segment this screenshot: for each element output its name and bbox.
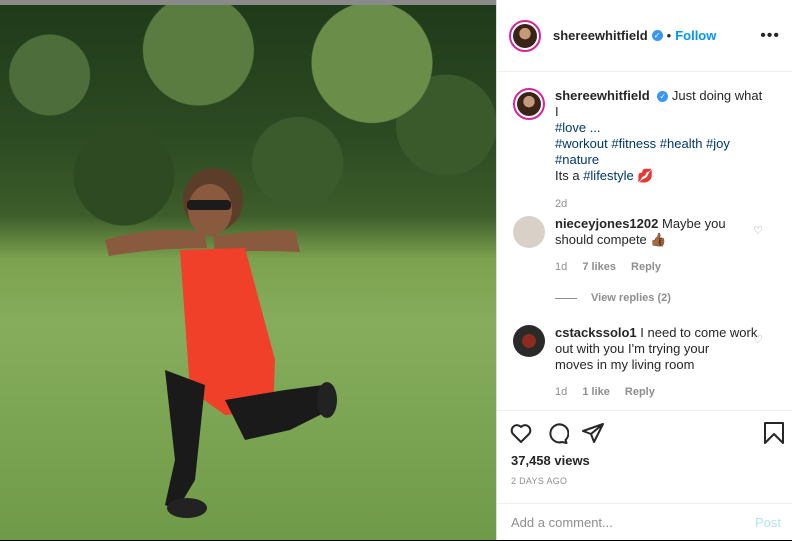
view-replies-line <box>555 297 577 299</box>
post-comment-button[interactable]: Post <box>755 515 781 530</box>
video-person-figure <box>105 168 337 518</box>
comment-body-line3: moves in my living room <box>555 357 695 372</box>
reply-button[interactable]: Reply <box>631 261 661 273</box>
comment-body-line1: Maybe you <box>661 216 726 231</box>
add-comment-bar: Add a comment... Post <box>497 503 792 541</box>
post-actions: 37,458 views 2 DAYS AGO <box>497 410 792 506</box>
hashtag-nature[interactable]: #nature <box>555 152 599 167</box>
comments-list[interactable]: shereewhitfield ✓ Just doing what I #lov… <box>497 72 792 410</box>
comment-likes[interactable]: 7 likes <box>582 261 616 273</box>
action-icons <box>509 421 785 447</box>
like-heart-icon[interactable] <box>509 421 533 445</box>
hashtag-love[interactable]: #love ... <box>555 120 601 135</box>
caption-its-a: Its a <box>555 168 584 183</box>
post-side-panel: shereewhitfield ✓ • Follow ••• shereewhi… <box>496 0 792 540</box>
author-username[interactable]: shereewhitfield <box>553 28 648 43</box>
reply-button[interactable]: Reply <box>625 386 655 398</box>
author-avatar[interactable] <box>509 19 541 52</box>
verified-badge-icon: ✓ <box>657 91 669 103</box>
view-count[interactable]: 37,458 views <box>511 453 590 468</box>
hashtag-lifestyle[interactable]: #lifestyle <box>583 168 634 183</box>
share-paper-plane-icon[interactable] <box>581 421 605 445</box>
follow-button[interactable]: Follow <box>675 28 716 43</box>
comment-bubble-icon[interactable] <box>545 421 569 445</box>
comment-item: cstackssolo1 I need to come work out wit… <box>513 325 783 405</box>
verified-badge-icon: ✓ <box>651 30 663 41</box>
caption-username[interactable]: shereewhitfield <box>555 88 650 103</box>
separator-dot: • <box>666 28 672 43</box>
hashtags-line[interactable]: #workout #fitness #health #joy <box>555 136 730 151</box>
comment-body-line2: out with you I'm trying your <box>555 341 710 356</box>
view-replies-label: View replies (2) <box>591 292 671 304</box>
comment-username[interactable]: nieceyjones1202 <box>555 216 658 231</box>
comment-username[interactable]: cstackssolo1 <box>555 325 637 340</box>
caption-avatar[interactable] <box>513 88 545 120</box>
lips-emoji-icon: 💋 <box>637 168 654 183</box>
comment-text: cstackssolo1 I need to come work out wit… <box>555 325 765 373</box>
comment-meta: 1d 7 likes Reply <box>555 261 673 273</box>
add-comment-input[interactable]: Add a comment... <box>511 515 613 530</box>
thumbs-up-emoji-icon: 👍🏾 <box>650 232 667 247</box>
like-comment-heart-icon[interactable]: ♡ <box>753 333 763 346</box>
post-timestamp: 2 DAYS AGO <box>511 476 568 486</box>
caption-item: shereewhitfield ✓ Just doing what I #lov… <box>513 88 783 210</box>
caption-age: 2d <box>555 198 568 210</box>
like-comment-heart-icon[interactable]: ♡ <box>753 224 763 237</box>
comment-body-line2: should compete <box>555 232 647 247</box>
save-bookmark-icon[interactable] <box>763 421 785 445</box>
commenter-avatar[interactable] <box>513 325 545 357</box>
post-header: shereewhitfield ✓ • Follow ••• <box>497 0 792 72</box>
top-strip <box>0 0 496 5</box>
post-video[interactable] <box>0 0 496 540</box>
comment-age: 1d <box>555 261 568 273</box>
commenter-avatar[interactable] <box>513 216 545 248</box>
comment-body-line1: I need to come work <box>640 325 758 340</box>
comment-meta: 1d 1 like Reply <box>555 386 667 398</box>
comment-age: 1d <box>555 386 568 398</box>
caption-text: shereewhitfield ✓ Just doing what I #lov… <box>555 88 765 184</box>
more-options-icon[interactable]: ••• <box>760 27 780 45</box>
comment-item: nieceyjones1202 Maybe you should compete… <box>513 216 783 316</box>
comment-text: nieceyjones1202 Maybe you should compete… <box>555 216 765 248</box>
view-replies-button[interactable]: View replies (2) <box>497 292 671 304</box>
comment-likes[interactable]: 1 like <box>582 386 610 398</box>
